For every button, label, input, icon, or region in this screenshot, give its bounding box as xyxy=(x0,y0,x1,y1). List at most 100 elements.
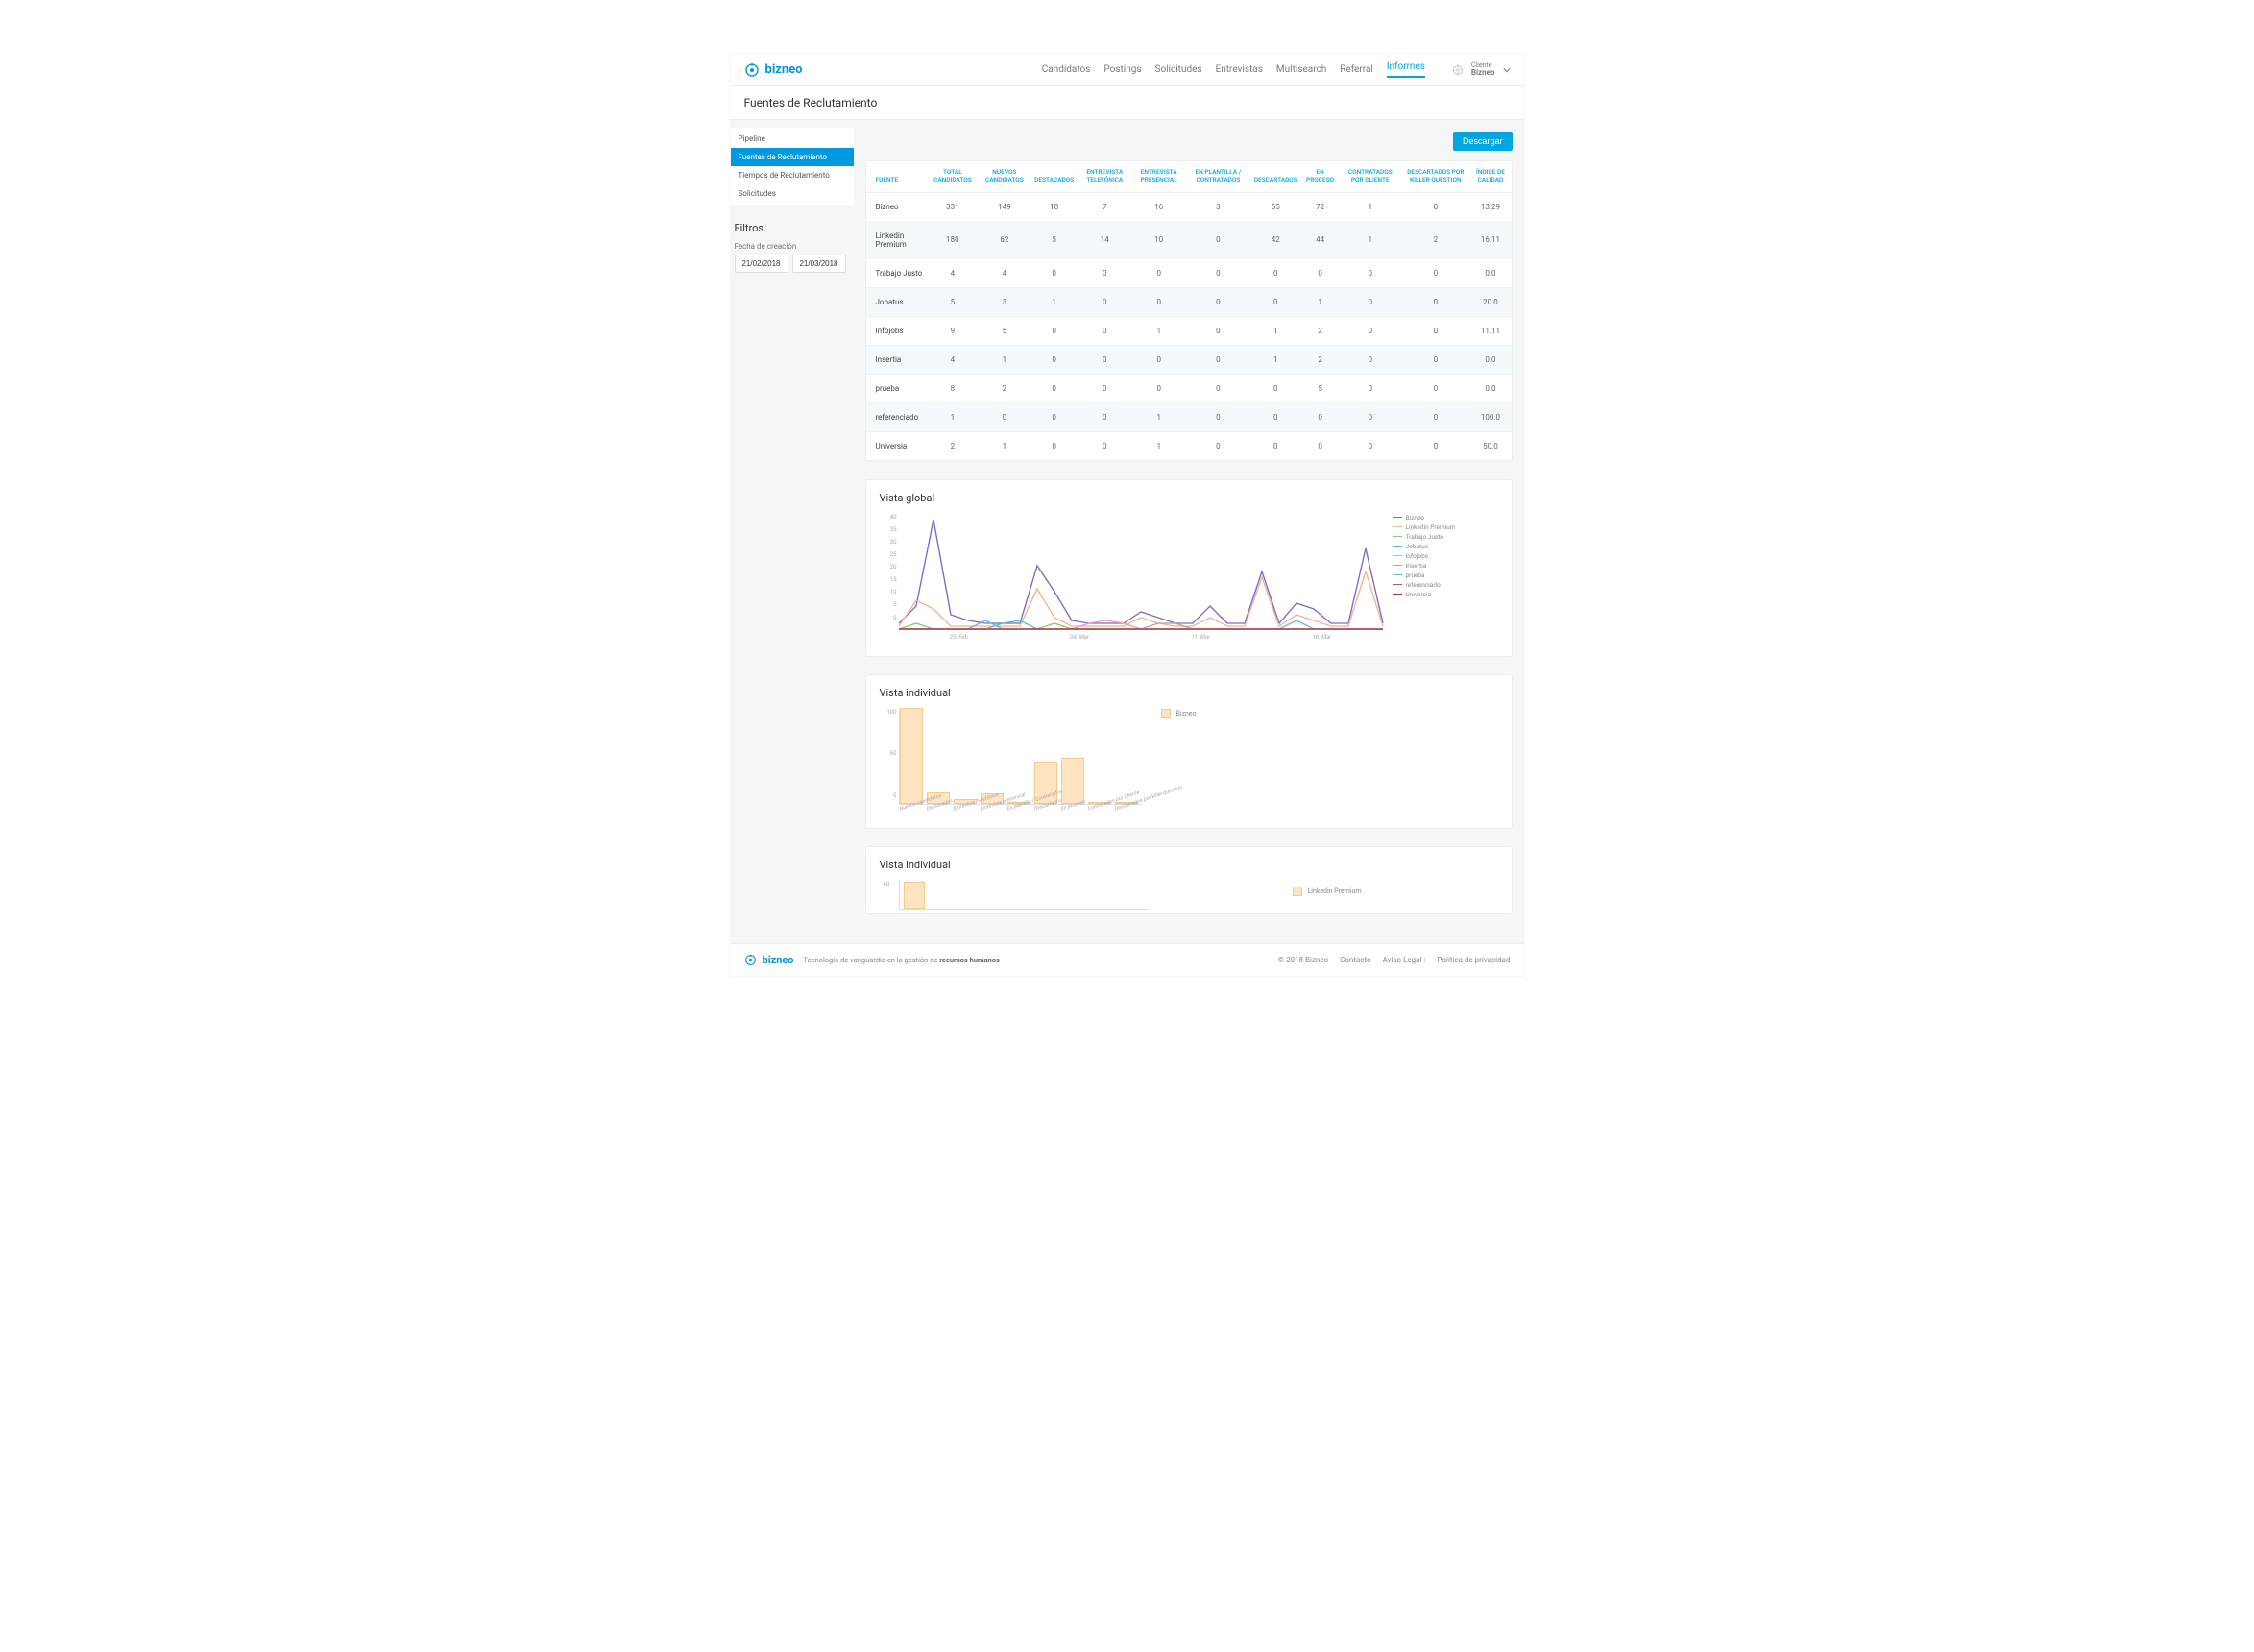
nav-referral[interactable]: Referral xyxy=(1340,64,1373,75)
table-cell: 65 xyxy=(1250,192,1301,221)
table-header[interactable]: CONTRATADOS POR CLIENTE xyxy=(1339,161,1401,192)
panel-vista-global: Vista global 4035302520151050 25. Feb04.… xyxy=(865,479,1513,657)
nav-multisearch[interactable]: Multisearch xyxy=(1276,64,1326,75)
table-cell: 0 xyxy=(1030,402,1078,431)
table-cell: 0 xyxy=(1401,431,1469,460)
table-header[interactable]: EN PROCESO xyxy=(1301,161,1340,192)
table-cell: 180 xyxy=(927,221,978,258)
table-header[interactable]: DESCARTADOS xyxy=(1250,161,1301,192)
table-cell: 0 xyxy=(1030,374,1078,402)
table-cell: 16.11 xyxy=(1469,221,1511,258)
legend-item[interactable]: prueba xyxy=(1393,571,1498,579)
logo-icon xyxy=(744,62,760,78)
date-to-input[interactable] xyxy=(792,255,846,273)
table-header[interactable]: ÍNDICE DE CALIDAD xyxy=(1469,161,1511,192)
legend-item[interactable]: Bizneo xyxy=(1393,514,1498,522)
small-bar-chart xyxy=(899,881,1149,910)
legend-item[interactable]: Linkedin Premium xyxy=(1393,523,1498,531)
footer-link-aviso[interactable]: Aviso Legal xyxy=(1383,956,1422,964)
table-cell: 0 xyxy=(1078,431,1131,460)
footer-link-privacidad[interactable]: Política de privacidad xyxy=(1437,956,1510,964)
table-cell: 0 xyxy=(1078,374,1131,402)
nav-account[interactable]: Cliente Bizneo xyxy=(1452,62,1511,77)
sidebar-item-tiempos[interactable]: Tiempos de Reclutamiento xyxy=(731,166,854,184)
table-cell: 0 xyxy=(1030,345,1078,374)
table-cell: 0 xyxy=(1186,402,1250,431)
table-cell: 0 xyxy=(1250,374,1301,402)
nav-entrevistas[interactable]: Entrevistas xyxy=(1216,64,1263,75)
legend-item[interactable]: Universia xyxy=(1393,591,1498,598)
footer-tagline: Tecnología de vanguardia en la gestión d… xyxy=(804,956,1000,964)
globe-icon xyxy=(1452,64,1464,76)
table-cell: 4 xyxy=(927,345,978,374)
table-cell: 0 xyxy=(1078,287,1131,316)
table-header[interactable]: ENTREVISTA TELEFÓNICA xyxy=(1078,161,1131,192)
nav-informes[interactable]: Informes xyxy=(1387,61,1425,78)
table-cell: 1 xyxy=(1131,431,1186,460)
table-header[interactable]: EN PLANTILLA / CONTRATADOS xyxy=(1186,161,1250,192)
date-from-input[interactable] xyxy=(735,255,788,273)
bar-chart: 100500 Nuevos candidatosDestacadosEntrev… xyxy=(899,709,1142,813)
brand-logo[interactable]: bizneo xyxy=(744,62,803,78)
table-cell: 0 xyxy=(1401,345,1469,374)
table-cell: 62 xyxy=(979,221,1031,258)
table-header[interactable]: DESCARTADOS POR KILLER QUESTION xyxy=(1401,161,1469,192)
table-cell: 0 xyxy=(1339,316,1401,345)
table-cell: 2 xyxy=(927,431,978,460)
app-window: bizneo Candidatos Postings Solicitudes E… xyxy=(731,54,1524,976)
nav-candidatos[interactable]: Candidatos xyxy=(1042,64,1091,75)
download-button[interactable]: Descargar xyxy=(1453,132,1513,151)
table-header[interactable]: DESTACADOS xyxy=(1030,161,1078,192)
table-cell: 0 xyxy=(1250,402,1301,431)
table-cell: Bizneo xyxy=(866,192,928,221)
table-cell: 0 xyxy=(1401,287,1469,316)
footer-links: © 2018 Bizneo Contacto Aviso Legal | Pol… xyxy=(1278,956,1511,964)
sidebar-item-pipeline[interactable]: Pipeline xyxy=(731,130,854,148)
table-cell: 1 xyxy=(1301,287,1340,316)
table-cell: 0 xyxy=(1339,287,1401,316)
table-cell: 5 xyxy=(979,316,1031,345)
bar xyxy=(1061,758,1084,804)
table-cell: 13.29 xyxy=(1469,192,1511,221)
footer-logo[interactable]: bizneo xyxy=(744,954,794,966)
chart-global-title: Vista global xyxy=(880,492,1498,504)
side-nav: Pipeline Fuentes de Reclutamiento Tiempo… xyxy=(731,128,854,205)
nav-solicitudes[interactable]: Solicitudes xyxy=(1155,64,1202,75)
table-cell: 0.0 xyxy=(1469,345,1511,374)
table-cell: 0.0 xyxy=(1469,374,1511,402)
table-header[interactable]: FUENTE xyxy=(866,161,928,192)
chart-individual-title: Vista individual xyxy=(880,687,1498,699)
table-cell: 0 xyxy=(1078,402,1131,431)
table-cell: 0 xyxy=(1078,258,1131,287)
table-cell: referenciado xyxy=(866,402,928,431)
table-cell: 0 xyxy=(1186,287,1250,316)
table-header[interactable]: TOTAL CANDIDATOS xyxy=(927,161,978,192)
legend-item[interactable]: Trabajo Justo xyxy=(1393,533,1498,541)
table-header[interactable]: ENTREVISTA PRESENCIAL xyxy=(1131,161,1186,192)
table-cell: 0 xyxy=(979,402,1031,431)
table-cell: 1 xyxy=(1131,402,1186,431)
bar-legend-2: Linkedin Premium xyxy=(1293,887,1362,896)
legend-item[interactable]: Insertia xyxy=(1393,562,1498,570)
table-cell: 1 xyxy=(1030,287,1078,316)
table-cell: 0 xyxy=(1301,258,1340,287)
filters-date-label: Fecha de creación xyxy=(735,242,850,251)
sidebar-item-fuentes[interactable]: Fuentes de Reclutamiento xyxy=(731,148,854,166)
table-cell: 0 xyxy=(1250,258,1301,287)
panel-vista-individual-2: Vista individual 60 Linkedin Premium xyxy=(865,846,1513,914)
table-cell: 0 xyxy=(1401,316,1469,345)
legend-item[interactable]: Infojobs xyxy=(1393,552,1498,560)
table-cell: 14 xyxy=(1078,221,1131,258)
table-cell: 0 xyxy=(1186,431,1250,460)
nav-postings[interactable]: Postings xyxy=(1103,64,1141,75)
legend-item[interactable]: referenciado xyxy=(1393,581,1498,589)
footer-link-contacto[interactable]: Contacto xyxy=(1340,956,1370,964)
legend-item[interactable]: Jobatus xyxy=(1393,543,1498,550)
table-header[interactable]: NUEVOS CANDIDATOS xyxy=(979,161,1031,192)
table-cell: 5 xyxy=(927,287,978,316)
sidebar-item-solicitudes[interactable]: Solicitudes xyxy=(731,184,854,203)
table-cell: 0 xyxy=(1186,374,1250,402)
table-cell: 0 xyxy=(1078,345,1131,374)
table-cell: 0 xyxy=(1401,192,1469,221)
table-cell: 0 xyxy=(1339,345,1401,374)
